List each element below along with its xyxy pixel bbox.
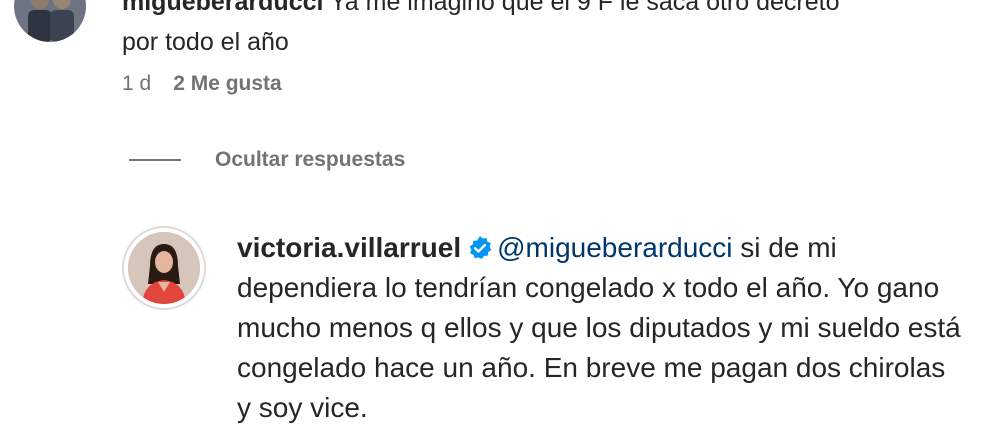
verified-badge-icon: [469, 236, 492, 259]
top-comment-meta: 1 d 2 Me gusta: [122, 72, 282, 96]
reply-mention-link[interactable]: @migueberarducci: [497, 232, 732, 263]
top-comment-body-line1: Ya me imagino que el 9 F le saca otro de…: [323, 0, 840, 16]
top-comment-text: migueberarducci Ya me imagino que el 9 F…: [122, 0, 982, 62]
reply-body-first: si de mi: [732, 232, 837, 263]
reply-username[interactable]: victoria.villarruel: [237, 232, 461, 263]
top-comment-username[interactable]: migueberarducci: [122, 0, 323, 16]
avatar-photo: [128, 232, 200, 304]
reply-body-rest: dependiera lo tendrían congelado x todo …: [237, 272, 961, 423]
comments-thread: migueberarducci Ya me imagino que el 9 F…: [0, 0, 992, 441]
top-comment-body-line2: por todo el año: [122, 28, 289, 56]
comment-likes-count[interactable]: 2 Me gusta: [173, 72, 282, 96]
reply-text: victoria.villarruel @migueberarducci si …: [237, 228, 967, 428]
hide-replies-label: Ocultar respuestas: [215, 148, 406, 171]
hide-replies-button[interactable]: Ocultar respuestas: [129, 148, 405, 172]
replies-divider-line: [129, 159, 181, 161]
reply-avatar[interactable]: [122, 226, 206, 310]
comment-timestamp[interactable]: 1 d: [122, 72, 151, 96]
commenter-avatar[interactable]: [14, 0, 86, 42]
avatar-photo: [14, 0, 86, 42]
